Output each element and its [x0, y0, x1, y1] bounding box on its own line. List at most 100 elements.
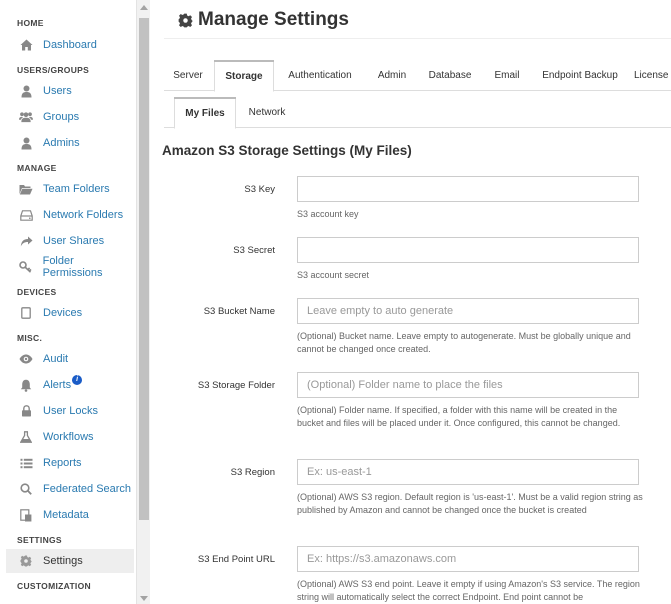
tablet-icon: [19, 306, 33, 320]
tab-authentication[interactable]: Authentication: [278, 60, 362, 91]
s3-key-help: S3 account key: [297, 209, 359, 219]
metadata-icon: [19, 508, 33, 522]
s3-region-input[interactable]: [297, 459, 639, 485]
sidebar-item-network-folders[interactable]: Network Folders: [6, 203, 134, 227]
main-content: Manage Settings Server Storage Authentic…: [150, 0, 671, 604]
sidebar-item-groups[interactable]: Groups: [6, 105, 134, 129]
search-icon: [19, 482, 33, 496]
sidebar-item-label: Devices: [43, 307, 83, 319]
s3-bucket-label: S3 Bucket Name: [203, 306, 275, 317]
sidebar-section-customization: CUSTOMIZATION: [17, 581, 91, 591]
admin-user-icon: [19, 136, 33, 150]
sidebar-item-label: Federated Search: [43, 483, 132, 495]
sidebar: HOME Dashboard USERS/GROUPS Users Groups…: [0, 0, 150, 604]
section-heading: Amazon S3 Storage Settings (My Files): [162, 143, 412, 158]
hard-drive-icon: [19, 208, 33, 222]
sidebar-item-label: Audit: [43, 353, 69, 365]
title-divider: [164, 38, 671, 39]
tab-admin[interactable]: Admin: [368, 60, 416, 91]
gear-icon: [19, 554, 33, 568]
sidebar-section-users-groups: USERS/GROUPS: [17, 65, 90, 75]
subtab-network[interactable]: Network: [240, 97, 294, 128]
tab-server[interactable]: Server: [164, 60, 212, 91]
sidebar-item-label: Metadata: [43, 509, 89, 521]
s3-folder-help: (Optional) Folder name. If specified, a …: [297, 405, 621, 428]
tab-storage[interactable]: Storage: [214, 60, 274, 92]
s3-key-input[interactable]: [297, 176, 639, 202]
sidebar-item-reports[interactable]: Reports: [6, 451, 134, 475]
page-title: Manage Settings: [178, 9, 349, 31]
sidebar-item-devices[interactable]: Devices: [6, 301, 134, 325]
s3-folder-label: S3 Storage Folder: [197, 380, 275, 391]
sidebar-item-folder-permissions[interactable]: Folder Permissions: [6, 255, 134, 279]
s3-bucket-input[interactable]: [297, 298, 639, 324]
sidebar-item-label: Admins: [43, 137, 80, 149]
sidebar-item-label: Dashboard: [43, 39, 97, 51]
s3-region-help: (Optional) AWS S3 region. Default region…: [297, 492, 643, 515]
eye-icon: [19, 352, 33, 366]
sidebar-item-audit[interactable]: Audit: [6, 347, 134, 371]
sidebar-item-settings[interactable]: Settings: [6, 549, 134, 573]
sidebar-item-workflows[interactable]: Workflows: [6, 425, 134, 449]
s3-key-label: S3 Key: [244, 184, 275, 195]
s3-secret-input[interactable]: [297, 237, 639, 263]
sidebar-section-home: HOME: [17, 18, 44, 28]
alerts-info-badge: i: [72, 375, 83, 385]
scrollbar-thumb[interactable]: [139, 18, 149, 520]
subtab-my-files[interactable]: My Files: [174, 97, 236, 129]
sidebar-item-label: Team Folders: [43, 183, 110, 195]
s3-secret-help: S3 account secret: [297, 270, 370, 280]
gear-icon: [178, 13, 193, 28]
home-icon: [19, 38, 33, 52]
s3-endpoint-input[interactable]: [297, 546, 639, 572]
s3-endpoint-label: S3 End Point URL: [197, 554, 275, 565]
sidebar-item-label: User Shares: [43, 235, 105, 247]
storage-subtabs: My Files Network: [164, 97, 671, 129]
folder-open-icon: [19, 182, 33, 196]
sidebar-item-label: User Locks: [43, 405, 99, 417]
sidebar-section-devices: DEVICES: [17, 287, 57, 297]
sidebar-section-settings: SETTINGS: [17, 535, 62, 545]
sidebar-item-label: Alerts: [43, 379, 72, 391]
sidebar-item-federated-search[interactable]: Federated Search: [6, 477, 134, 501]
sidebar-item-dashboard[interactable]: Dashboard: [6, 33, 134, 57]
sidebar-item-users[interactable]: Users: [6, 79, 134, 103]
lock-icon: [19, 404, 33, 418]
page-title-text: Manage Settings: [198, 9, 349, 30]
tab-endpoint-backup[interactable]: Endpoint Backup: [537, 60, 623, 91]
bell-icon: [19, 378, 33, 392]
sidebar-item-alerts[interactable]: Alerts i: [6, 373, 134, 397]
sidebar-menu: HOME Dashboard USERS/GROUPS Users Groups…: [0, 0, 136, 604]
tab-database[interactable]: Database: [422, 60, 478, 91]
sidebar-item-label: Workflows: [43, 431, 94, 443]
sidebar-item-label: Groups: [43, 111, 80, 123]
user-icon: [19, 84, 33, 98]
sidebar-item-label: Reports: [43, 457, 82, 469]
list-icon: [19, 456, 33, 470]
sidebar-section-misc: MISC.: [17, 333, 43, 343]
sidebar-item-admins[interactable]: Admins: [6, 131, 134, 155]
s3-region-label: S3 Region: [230, 467, 275, 478]
sidebar-item-user-locks[interactable]: User Locks: [6, 399, 134, 423]
sidebar-section-manage: MANAGE: [17, 163, 57, 173]
scroll-down-arrow-icon[interactable]: [140, 596, 148, 601]
sidebar-item-team-folders[interactable]: Team Folders: [6, 177, 134, 201]
sidebar-item-metadata[interactable]: Metadata: [6, 503, 134, 527]
sidebar-item-label: Folder Permissions: [42, 255, 103, 279]
share-arrow-icon: [19, 234, 33, 248]
settings-tabs: Server Storage Authentication Admin Data…: [164, 60, 671, 92]
group-icon: [19, 110, 33, 124]
sidebar-item-user-shares[interactable]: User Shares: [6, 229, 134, 253]
scroll-up-arrow-icon[interactable]: [140, 5, 148, 10]
tab-email[interactable]: Email: [484, 60, 530, 91]
sidebar-item-label: Users: [43, 85, 72, 97]
s3-bucket-help: (Optional) Bucket name. Leave empty to a…: [297, 331, 631, 354]
key-icon: [19, 260, 33, 274]
s3-endpoint-help: (Optional) AWS S3 end point. Leave it em…: [297, 579, 640, 602]
sidebar-item-label: Network Folders: [43, 209, 124, 221]
sidebar-item-label: Settings: [43, 555, 83, 567]
sidebar-scrollbar[interactable]: [136, 0, 150, 604]
s3-secret-label: S3 Secret: [233, 245, 275, 256]
s3-folder-input[interactable]: [297, 372, 639, 398]
tab-license[interactable]: License: [634, 60, 671, 91]
